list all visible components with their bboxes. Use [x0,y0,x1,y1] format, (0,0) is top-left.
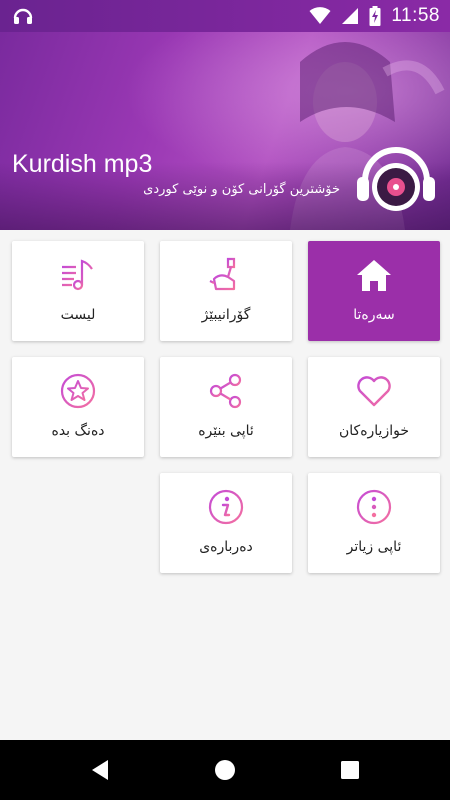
back-icon[interactable] [88,758,112,782]
signal-icon [342,8,359,24]
home-icon [357,260,391,291]
playlist-music-icon [62,259,93,291]
tile-about[interactable]: دەربارەی [160,473,292,573]
tile-label: لیست [60,307,96,323]
app-subtitle: خۆشترین گۆرانی کۆن و نوێی کوردی [143,182,340,197]
wifi-icon [309,7,331,24]
system-nav-bar [0,740,450,800]
app-notification-icon [13,8,33,24]
tile-label: ئاپی زیاتر [346,539,402,555]
app-title: Kurdish mp3 [12,150,153,178]
tile-label: خوازیارەکان [338,423,409,439]
tile-more-apps[interactable]: ئاپی زیاتر [308,473,440,573]
recents-icon[interactable] [338,758,362,782]
tile-rate[interactable]: دەنگ بدە [12,357,144,457]
singer-microphone-icon [209,257,236,291]
clock: 11:58 [391,5,440,26]
share-icon [209,373,242,409]
tile-singers[interactable]: گۆرانیبێژ [160,241,292,341]
info-icon [208,489,244,525]
tile-label: دەربارەی [199,539,253,555]
battery-charging-icon [369,6,381,26]
more-dots-icon [356,489,392,525]
tile-label: دەنگ بدە [51,423,105,439]
tile-label: گۆرانیبێژ [201,307,251,323]
status-bar: 11:58 [0,0,450,32]
header-banner: Kurdish mp3 خۆشترین گۆرانی کۆن و نوێی کو… [0,32,450,230]
tile-share[interactable]: ئاپی بنێرە [160,357,292,457]
tile-playlist[interactable]: لیست [12,241,144,341]
tile-label: سەرەتا [353,307,395,323]
tile-favorites[interactable]: خوازیارەکان [308,357,440,457]
heart-icon [357,376,391,407]
star-circle-icon [60,373,96,409]
home-nav-icon[interactable] [213,758,237,782]
headphones-disc-icon [357,147,435,211]
tile-home[interactable]: سەرەتا [308,241,440,341]
tile-label: ئاپی بنێرە [198,423,254,439]
